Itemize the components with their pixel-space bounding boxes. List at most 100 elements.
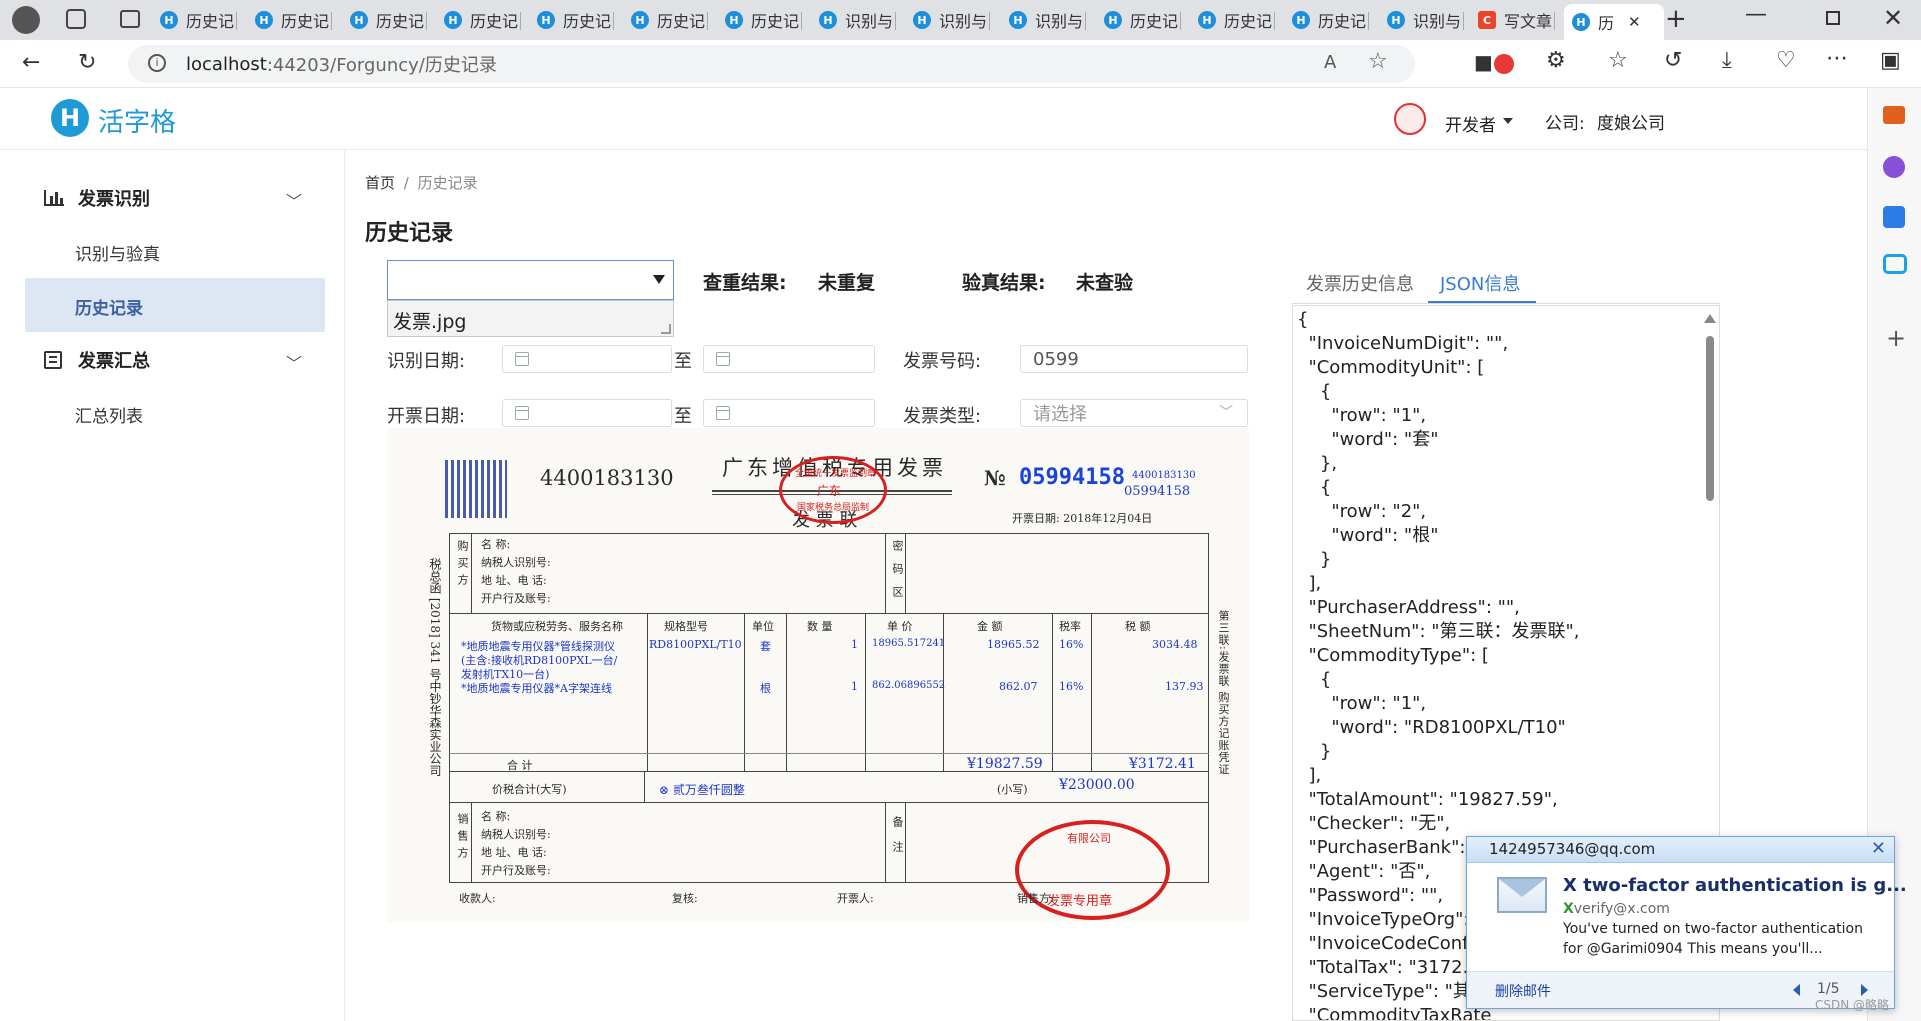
sidebar-toggle-icon[interactable]: ▣ (1880, 48, 1901, 73)
extension-game-icon[interactable]: ■ (1474, 50, 1493, 74)
downloads-icon[interactable]: ⤓ (1722, 48, 1732, 73)
item2-amount: 862.07 (999, 680, 1038, 693)
breadcrumb-home[interactable]: 首页 (365, 174, 395, 192)
dropdown-arrow-icon[interactable] (653, 275, 665, 284)
new-tab-button[interactable]: + (1665, 4, 1687, 34)
browser-tab[interactable]: H 识别与 (1387, 4, 1465, 36)
invoice-number-small: 05994158 (1124, 484, 1191, 499)
sidebar-item-summary-list[interactable]: 汇总列表 (75, 402, 143, 427)
scrollbar-thumb[interactable] (1706, 336, 1714, 501)
browser-tab[interactable]: H 历史记 (725, 4, 803, 36)
invoice-type-label: 发票类型: (903, 406, 982, 427)
browser-tab[interactable]: H 历史记 (160, 4, 238, 36)
col-line-d (865, 613, 866, 771)
browser-tab[interactable]: C 写文章 (1478, 4, 1556, 36)
url-input[interactable]: i localhost:44203/Forguncy/历史记录 A ☆ (128, 45, 1415, 83)
tab-label: 识别与 (939, 12, 988, 31)
prev-arrow-icon[interactable] (1793, 984, 1800, 996)
toolbox-icon[interactable] (1883, 106, 1905, 124)
col-line-a (647, 613, 648, 771)
mail-notification[interactable]: 1424957346@qq.com ✕ X two-factor authent… (1466, 836, 1907, 1009)
user-name[interactable]: 开发者 (1445, 111, 1496, 136)
col-line-b (744, 613, 745, 771)
recog-date-end[interactable] (703, 345, 875, 373)
back-arrow-icon[interactable]: ← (22, 50, 40, 75)
tab-actions-icon[interactable] (120, 10, 140, 28)
resize-handle-icon[interactable] (661, 324, 671, 334)
browser-tab[interactable]: H 历史记 (255, 4, 333, 36)
col-line-c (786, 613, 787, 771)
browser-tab[interactable]: H 识别与 (1009, 4, 1087, 36)
dup-result-value: 未重复 (818, 272, 876, 294)
tab-separator (1463, 12, 1465, 30)
invoice-no-input[interactable]: 0599 (1020, 345, 1248, 373)
browser-tab[interactable]: H 历史记 (1292, 4, 1370, 36)
browser-tab[interactable]: H 历史记 (1104, 4, 1182, 36)
sidebar-item-recognize[interactable]: 识别与验真 (75, 240, 160, 265)
extension-red-icon[interactable] (1494, 54, 1514, 74)
tab-label: 历史记 (1130, 12, 1179, 31)
user-dropdown-icon[interactable] (1503, 118, 1513, 124)
small-label: (小写) (997, 783, 1028, 796)
browser-tab[interactable]: H 历史记 (444, 4, 522, 36)
browser-tab[interactable]: H 识别与 (819, 4, 897, 36)
col-tax-header: 税 额 (1125, 620, 1151, 633)
breadcrumb: 首页 / 历史记录 (365, 172, 478, 193)
tab-json-info[interactable]: JSON信息 (1440, 270, 1520, 296)
drawer-label: 开票人: (837, 892, 874, 905)
favorites-icon[interactable]: ☆ (1608, 48, 1628, 73)
browser-tab[interactable]: H 历史记 (1198, 4, 1276, 36)
close-icon[interactable]: ✕ (1871, 838, 1886, 859)
sidebar-item-history-active[interactable]: 历史记录 (25, 278, 325, 332)
delete-mail-link[interactable]: 删除邮件 (1495, 981, 1551, 1001)
read-aloud-icon[interactable]: A (1324, 52, 1336, 73)
performance-icon[interactable]: ♡ (1776, 48, 1796, 73)
tab-separator (613, 12, 615, 30)
file-list-box[interactable]: 发票.jpg (387, 300, 674, 337)
next-arrow-icon[interactable] (1861, 984, 1868, 996)
browser-tab[interactable]: H 识别与 (913, 4, 991, 36)
history-icon[interactable]: ↺ (1664, 48, 1682, 73)
favorite-star-icon[interactable]: ☆ (1368, 49, 1388, 74)
item2-price: 862.06896552 (872, 680, 946, 691)
forguncy-tab-icon: H (913, 11, 931, 29)
user-avatar[interactable] (1394, 103, 1426, 135)
maximize-button[interactable] (1826, 11, 1840, 25)
browser-tab[interactable]: H 历史记 (537, 4, 615, 36)
chevron-down-icon[interactable]: ﹀ (286, 188, 302, 212)
profile-avatar[interactable] (12, 6, 40, 34)
sidebar-group-invoice-recognition[interactable]: 发票识别 (44, 185, 150, 211)
issue-date-start[interactable] (502, 399, 672, 427)
col-seller-line (471, 802, 472, 883)
stamp-mid-text: 广东 (817, 484, 842, 498)
tab-invoice-history[interactable]: 发票历史信息 (1306, 270, 1414, 296)
chevron-down-icon[interactable]: ﹀ (286, 350, 302, 374)
notification-title[interactable]: X two-factor authentication is g... (1563, 875, 1907, 896)
chevron-down-icon[interactable]: ﹀ (1219, 402, 1233, 422)
workspaces-icon[interactable] (66, 9, 86, 29)
browser-tab[interactable]: H 历史记 (631, 4, 709, 36)
extensions-puzzle-icon[interactable]: ⚙ (1546, 48, 1566, 73)
more-menu-icon[interactable]: ⋯ (1826, 46, 1848, 71)
total-label: 合 计 (507, 759, 533, 772)
copilot-icon[interactable] (1883, 156, 1905, 178)
sidebar-group-invoice-summary[interactable]: 发票汇总 (44, 347, 150, 373)
bilibili-icon[interactable] (1883, 254, 1907, 274)
add-panel-icon[interactable]: + (1886, 324, 1906, 352)
scroll-up-arrow-icon[interactable] (1704, 314, 1716, 323)
invoice-type-select[interactable]: 请选择 ﹀ (1020, 399, 1248, 427)
recog-date-start[interactable] (502, 345, 672, 373)
reload-icon[interactable]: ↻ (78, 50, 96, 75)
row-line-1 (449, 613, 1209, 614)
minimize-button[interactable]: — (1745, 2, 1767, 27)
sidebar-item-label: 历史记录 (75, 299, 143, 319)
browser-tab[interactable]: H 历 ✕ (1564, 4, 1664, 40)
issue-date-end[interactable] (703, 399, 875, 427)
translate-icon[interactable] (1883, 206, 1905, 228)
file-select[interactable] (387, 260, 674, 300)
file-option[interactable]: 发票.jpg (393, 307, 466, 334)
close-window-button[interactable]: ✕ (1883, 4, 1903, 32)
browser-tab[interactable]: H 历史记 (350, 4, 428, 36)
close-tab-icon[interactable]: ✕ (1628, 13, 1641, 31)
info-icon[interactable]: i (148, 54, 166, 72)
